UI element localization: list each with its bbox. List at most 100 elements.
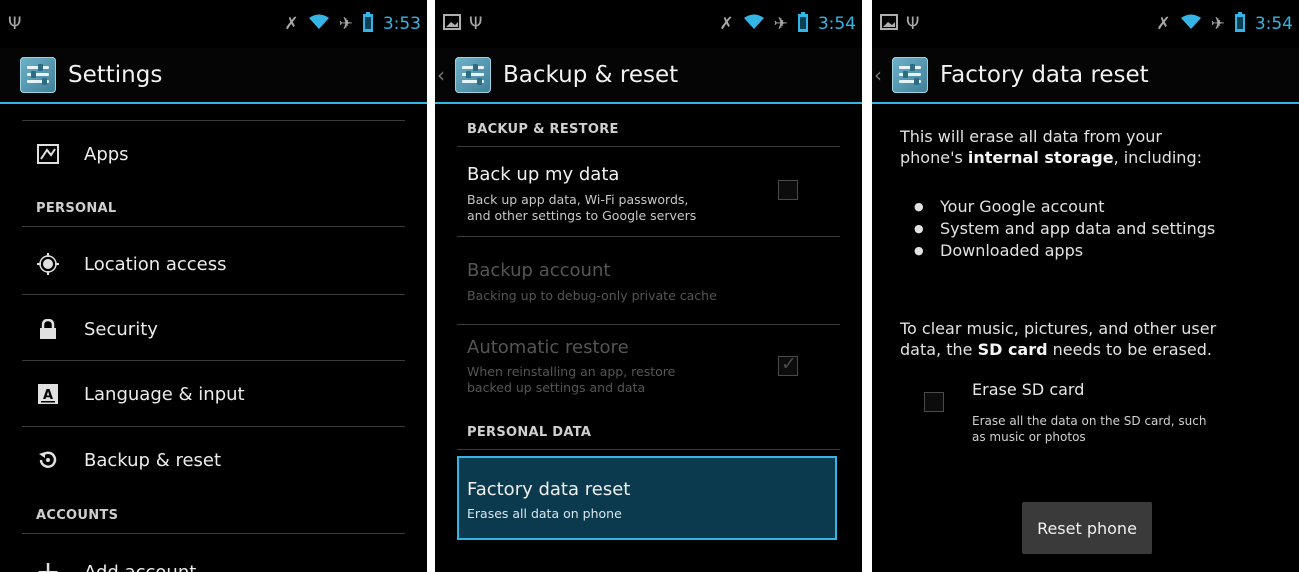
keyboard-icon: A — [36, 382, 60, 406]
summary-line: as music or photos — [972, 430, 1086, 444]
battery-icon — [1234, 11, 1245, 37]
gallery-notification-icon — [443, 13, 461, 35]
vibrate-off-icon: ✗ — [284, 14, 299, 34]
battery-icon — [797, 11, 808, 37]
intro-line: phone's internal storage, including: — [900, 147, 1290, 168]
settings-item-apps[interactable]: Apps — [0, 132, 427, 176]
settings-app-icon[interactable] — [455, 57, 491, 93]
settings-item-label: Add account — [84, 561, 197, 572]
backup-my-data-summary: Back up app data, Wi-Fi passwords, and o… — [467, 192, 767, 224]
summary-line: backed up settings and data — [467, 380, 646, 395]
summary-line: Back up app data, Wi-Fi passwords, — [467, 192, 689, 207]
wifi-icon — [308, 14, 329, 35]
category-personal: PERSONAL — [36, 201, 117, 216]
status-bar: Ψ ✗ ✈ 3:53 — [0, 0, 427, 48]
usb-icon: Ψ — [906, 14, 920, 34]
list-item: Your Google account — [914, 196, 1215, 218]
page-title: Factory data reset — [940, 62, 1149, 88]
section-header-backup-restore: BACKUP & RESTORE — [467, 122, 619, 137]
vibrate-off-icon: ✗ — [1156, 14, 1171, 34]
divider — [22, 533, 405, 534]
up-caret-icon[interactable]: ‹ — [437, 63, 449, 87]
automatic-restore-checkbox — [778, 353, 798, 376]
wifi-icon — [743, 14, 764, 35]
wifi-icon — [1180, 14, 1201, 35]
page-title: Backup & reset — [503, 62, 679, 88]
settings-screen: Ψ ✗ ✈ 3:53 Settings Apps PERSONAL Locati… — [0, 0, 427, 572]
sd-card-emphasis: SD card — [977, 340, 1048, 359]
divider — [22, 294, 405, 295]
divider — [457, 146, 840, 147]
divider — [457, 449, 840, 450]
add-icon: + — [35, 554, 61, 572]
erase-sd-card-summary: Erase all the data on the SD card, such … — [972, 413, 1272, 445]
action-bar: ‹ Factory data reset — [872, 48, 1299, 104]
lock-icon — [36, 317, 60, 341]
backup-account-summary: Backing up to debug-only private cache — [467, 288, 717, 303]
backup-restore-icon — [36, 448, 60, 472]
svg-text:A: A — [43, 388, 53, 403]
settings-app-icon[interactable] — [892, 57, 928, 93]
gallery-notification-icon — [880, 13, 898, 35]
action-bar: ‹ Backup & reset — [435, 48, 862, 104]
automatic-restore-title: Automatic restore — [467, 337, 629, 358]
category-accounts: ACCOUNTS — [36, 508, 119, 523]
airplane-mode-icon: ✈ — [773, 14, 788, 34]
intro-line: This will erase all data from your — [900, 127, 1162, 146]
list-item: System and app data and settings — [914, 218, 1215, 240]
list-item: Downloaded apps — [914, 240, 1215, 262]
settings-item-location-access[interactable]: Location access — [0, 240, 427, 288]
settings-item-label: Security — [84, 318, 158, 340]
backup-my-data-title: Back up my data — [467, 164, 620, 185]
apps-icon — [36, 142, 60, 166]
divider — [22, 226, 405, 227]
airplane-mode-icon: ✈ — [338, 14, 353, 34]
status-time: 3:53 — [382, 14, 421, 34]
backup-my-data-checkbox[interactable] — [778, 180, 798, 200]
text-span: needs to be erased. — [1047, 340, 1212, 359]
erase-sd-card-title: Erase SD card — [972, 380, 1085, 399]
reset-phone-button[interactable]: Reset phone — [1022, 502, 1152, 554]
divider — [457, 236, 840, 237]
sd-card-text: To clear music, pictures, and other user… — [900, 318, 1290, 360]
factory-data-reset-summary: Erases all data on phone — [467, 506, 622, 521]
action-bar: Settings — [0, 48, 427, 104]
settings-item-add-account[interactable]: + Add account — [0, 552, 427, 572]
summary-line: Erase all the data on the SD card, such — [972, 414, 1207, 428]
section-header-personal-data: PERSONAL DATA — [467, 425, 592, 440]
settings-item-backup-reset[interactable]: Backup & reset — [0, 436, 427, 484]
text-span: data, the — [900, 340, 978, 359]
usb-icon: Ψ — [469, 14, 483, 34]
sd-line: To clear music, pictures, and other user — [900, 319, 1217, 338]
settings-app-icon[interactable] — [20, 57, 56, 93]
divider — [22, 360, 405, 361]
erased-items-list: Your Google account System and app data … — [914, 196, 1215, 262]
settings-item-label: Location access — [84, 253, 227, 275]
status-time: 3:54 — [1254, 14, 1293, 34]
summary-line: and other settings to Google servers — [467, 208, 697, 223]
settings-item-security[interactable]: Security — [0, 305, 427, 353]
settings-item-label: Language & input — [84, 383, 245, 405]
erase-sd-card-checkbox[interactable] — [924, 392, 944, 412]
status-bar: Ψ ✗ ✈ 3:54 — [435, 0, 862, 48]
backup-account-title: Backup account — [467, 260, 611, 281]
status-time: 3:54 — [817, 14, 856, 34]
text-span: phone's — [900, 148, 968, 167]
divider — [22, 120, 405, 121]
factory-data-reset-screen: Ψ ✗ ✈ 3:54 ‹ Factory data reset This wil… — [872, 0, 1299, 572]
usb-icon: Ψ — [8, 14, 22, 34]
factory-data-reset-title: Factory data reset — [467, 479, 631, 500]
settings-item-language-input[interactable]: A Language & input — [0, 370, 427, 418]
up-caret-icon[interactable]: ‹ — [874, 63, 886, 87]
location-icon — [36, 252, 60, 276]
status-bar: Ψ ✗ ✈ 3:54 — [872, 0, 1299, 48]
divider — [22, 426, 405, 427]
erase-intro-text: This will erase all data from your phone… — [900, 126, 1290, 168]
summary-line: When reinstalling an app, restore — [467, 364, 676, 379]
page-title: Settings — [68, 62, 163, 88]
settings-item-label: Apps — [84, 143, 129, 165]
divider — [457, 324, 840, 325]
backup-reset-screen: Ψ ✗ ✈ 3:54 ‹ Backup & reset BACKUP & RES… — [435, 0, 862, 572]
battery-icon — [362, 11, 373, 37]
vibrate-off-icon: ✗ — [719, 14, 734, 34]
